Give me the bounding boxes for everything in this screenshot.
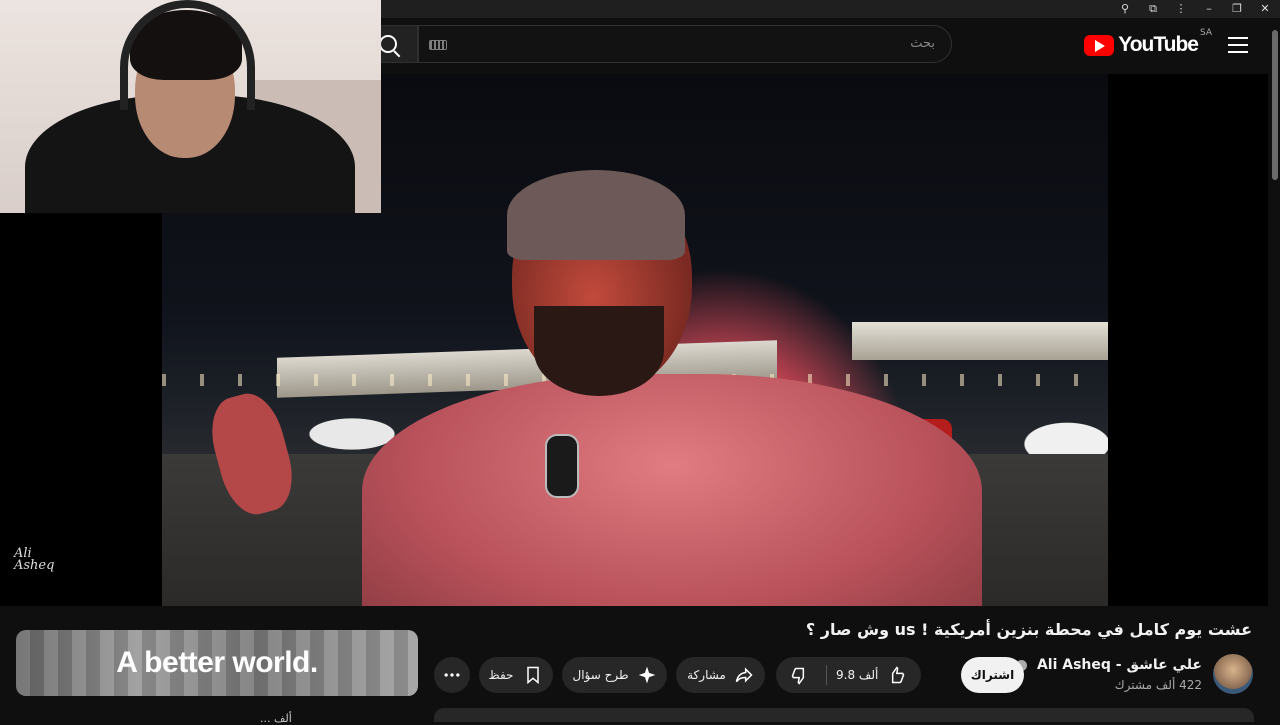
video-title: عشت يوم كامل في محطة بنزين أمريكية ! us … xyxy=(805,620,1252,639)
share-label: مشاركة xyxy=(687,668,726,682)
channel-watermark: Ali Asheq xyxy=(14,546,55,573)
country-code: SA xyxy=(1199,28,1212,38)
logo-text: YouTube xyxy=(1118,33,1199,56)
like-divider xyxy=(826,665,827,685)
dislike-button[interactable] xyxy=(790,666,810,686)
more-icon[interactable]: ⋮ xyxy=(1174,0,1188,18)
presenter-beard xyxy=(534,306,664,396)
youtube-play-icon xyxy=(1084,34,1115,56)
sparkle-icon xyxy=(638,666,655,684)
share-icon xyxy=(735,667,753,683)
restore-icon[interactable]: ❐ xyxy=(1230,0,1244,18)
save-button[interactable]: حفظ xyxy=(479,657,553,693)
share-button[interactable]: مشاركة xyxy=(676,657,765,693)
ad-banner[interactable]: A better world. xyxy=(16,630,418,696)
webcam-overlay xyxy=(0,0,381,213)
like-count: 9.8 ألف xyxy=(836,668,879,682)
ad-headline: A better world. xyxy=(116,646,318,679)
youtube-logo[interactable]: YouTube SA xyxy=(1084,28,1212,58)
ad-info-text: ... ألف xyxy=(260,712,292,725)
close-icon[interactable]: ✕ xyxy=(1258,0,1272,18)
presenter-sweater xyxy=(362,374,982,606)
lapel-mic xyxy=(545,434,579,498)
keyboard-icon[interactable] xyxy=(429,40,447,50)
menu-icon[interactable] xyxy=(1226,32,1250,56)
bookmark-icon xyxy=(527,666,540,685)
page-scrollbar[interactable] xyxy=(1270,18,1280,720)
like-dislike-bar: 9.8 ألف xyxy=(776,657,921,693)
like-icon xyxy=(892,666,905,684)
ask-button[interactable]: طرح سؤال xyxy=(562,657,667,693)
dislike-icon xyxy=(791,667,805,685)
player-letterbox-right xyxy=(1108,74,1268,606)
channel-name[interactable]: علي عاشق - Ali Asheq xyxy=(1016,657,1202,673)
search-icon xyxy=(379,35,397,53)
channel-name-text[interactable]: علي عاشق - Ali Asheq xyxy=(1037,657,1202,673)
more-horizontal-icon xyxy=(444,673,460,677)
minimize-icon[interactable]: – xyxy=(1202,0,1216,18)
like-button[interactable]: 9.8 ألف xyxy=(836,657,906,693)
more-actions-button[interactable] xyxy=(434,657,470,693)
browser-controls: ⚲ ⧉ ⋮ – ❐ ✕ xyxy=(1118,0,1272,18)
save-label: حفظ xyxy=(488,668,514,682)
headphones-icon xyxy=(120,0,255,110)
channel-avatar[interactable] xyxy=(1213,654,1253,694)
search-input[interactable]: بحث xyxy=(418,25,952,63)
presenter-beanie xyxy=(507,170,685,260)
ad-info-row xyxy=(16,700,418,720)
gas-station-canopy-right xyxy=(852,322,1108,360)
extensions-icon[interactable]: ⧉ xyxy=(1146,0,1160,18)
zoom-icon[interactable]: ⚲ xyxy=(1118,0,1132,18)
subscribe-button[interactable]: اشتراك xyxy=(961,657,1024,693)
subscriber-count: 422 ألف مشترك xyxy=(1114,678,1202,692)
ask-label: طرح سؤال xyxy=(572,668,629,682)
scrollbar-thumb[interactable] xyxy=(1272,30,1278,180)
search-placeholder: بحث xyxy=(910,36,935,51)
